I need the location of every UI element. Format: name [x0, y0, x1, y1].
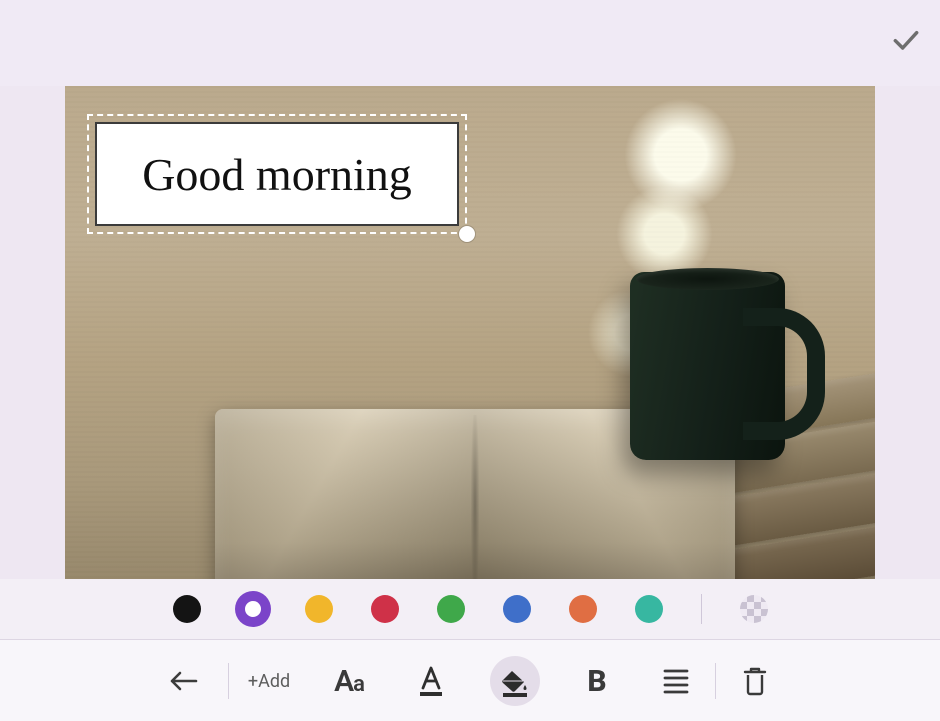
- color-swatch-teal[interactable]: [635, 595, 663, 623]
- trash-icon: [742, 666, 768, 696]
- confirm-button[interactable]: [890, 24, 922, 60]
- color-swatch-transparent[interactable]: [740, 595, 768, 623]
- color-swatch-green[interactable]: [437, 595, 465, 623]
- text-color-button[interactable]: [389, 640, 473, 721]
- font-style-button[interactable]: Aa: [309, 640, 389, 721]
- text-element[interactable]: Good morning: [87, 114, 467, 234]
- back-button[interactable]: [0, 640, 228, 721]
- align-button[interactable]: [637, 640, 715, 721]
- text-color-icon: [414, 664, 448, 698]
- color-swatch-red[interactable]: [371, 595, 399, 623]
- bold-icon: B: [587, 664, 606, 699]
- color-swatch-orange[interactable]: [569, 595, 597, 623]
- align-justify-icon: [662, 668, 690, 694]
- font-style-icon: Aa: [334, 664, 364, 699]
- bold-button[interactable]: B: [557, 640, 637, 721]
- image-canvas[interactable]: Good morning: [65, 86, 875, 579]
- text-toolbar: +Add Aa B: [0, 640, 940, 721]
- color-swatch-black[interactable]: [173, 595, 201, 623]
- add-text-label: +Add: [248, 671, 290, 692]
- text-content[interactable]: Good morning: [142, 148, 412, 201]
- color-swatch-blue[interactable]: [503, 595, 531, 623]
- delete-button[interactable]: [716, 640, 794, 721]
- swatch-divider: [701, 594, 702, 624]
- arrow-left-icon: [166, 669, 202, 693]
- paint-bucket-icon: [498, 664, 532, 698]
- text-box[interactable]: Good morning: [95, 122, 459, 226]
- color-swatch-amber[interactable]: [305, 595, 333, 623]
- check-icon: [890, 24, 922, 56]
- resize-handle[interactable]: [459, 226, 475, 242]
- canvas-area: Good morning: [0, 86, 940, 579]
- color-swatch-row: [0, 579, 940, 640]
- editor-header: [0, 0, 940, 86]
- fill-color-button[interactable]: [473, 640, 557, 721]
- color-swatch-purple[interactable]: [239, 595, 267, 623]
- add-text-button[interactable]: +Add: [229, 640, 309, 721]
- mug-graphic: [630, 272, 785, 460]
